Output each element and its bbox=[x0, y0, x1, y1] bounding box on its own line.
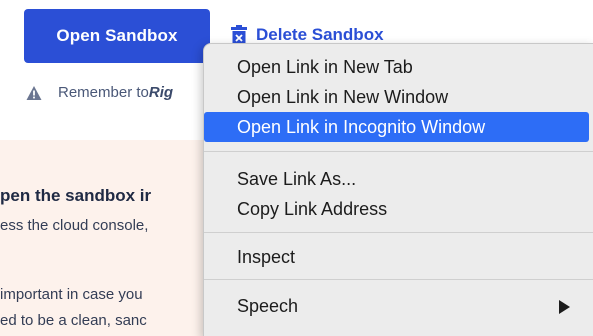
menu-item-open-new-tab[interactable]: Open Link in New Tab bbox=[204, 52, 593, 82]
menu-item-open-new-window[interactable]: Open Link in New Window bbox=[204, 82, 593, 112]
section-heading: pen the sandbox ir bbox=[0, 186, 152, 205]
menu-item-save-link-as[interactable]: Save Link As... bbox=[204, 164, 593, 194]
body-line: ess the cloud console, bbox=[0, 217, 149, 234]
context-menu: Open Link in New Tab Open Link in New Wi… bbox=[203, 43, 593, 336]
menu-separator bbox=[204, 279, 593, 280]
menu-item-label: Open Link in New Tab bbox=[237, 56, 413, 77]
menu-item-speech[interactable]: Speech bbox=[204, 291, 593, 321]
warning-emphasis: Rig bbox=[148, 84, 174, 101]
menu-item-label: Speech bbox=[237, 295, 299, 316]
menu-item-copy-link-address[interactable]: Copy Link Address bbox=[204, 194, 593, 224]
page: Open Sandbox Delete Sandbox Remember to … bbox=[0, 0, 593, 336]
menu-item-open-incognito[interactable]: Open Link in Incognito Window bbox=[204, 112, 589, 142]
warning-prefix: Remember to bbox=[58, 84, 149, 101]
warning-message: Remember to Rig bbox=[26, 84, 173, 101]
menu-item-label: Inspect bbox=[237, 246, 296, 267]
open-sandbox-button[interactable]: Open Sandbox bbox=[24, 9, 210, 63]
menu-item-label: Save Link As... bbox=[237, 168, 357, 189]
warning-icon bbox=[26, 85, 42, 100]
delete-sandbox-label: Delete Sandbox bbox=[256, 25, 384, 44]
open-sandbox-label: Open Sandbox bbox=[56, 26, 178, 45]
menu-item-label: Open Link in New Window bbox=[237, 86, 449, 107]
menu-item-inspect[interactable]: Inspect bbox=[204, 242, 593, 272]
trash-icon bbox=[231, 25, 247, 45]
body-line: ed to be a clean, sanc bbox=[0, 312, 147, 329]
menu-item-label: Open Link in Incognito Window bbox=[237, 116, 486, 137]
body-line: important in case you bbox=[0, 286, 143, 303]
menu-separator bbox=[204, 232, 593, 233]
submenu-arrow-icon bbox=[559, 300, 570, 314]
menu-separator bbox=[204, 151, 593, 152]
menu-item-label: Copy Link Address bbox=[237, 198, 388, 219]
